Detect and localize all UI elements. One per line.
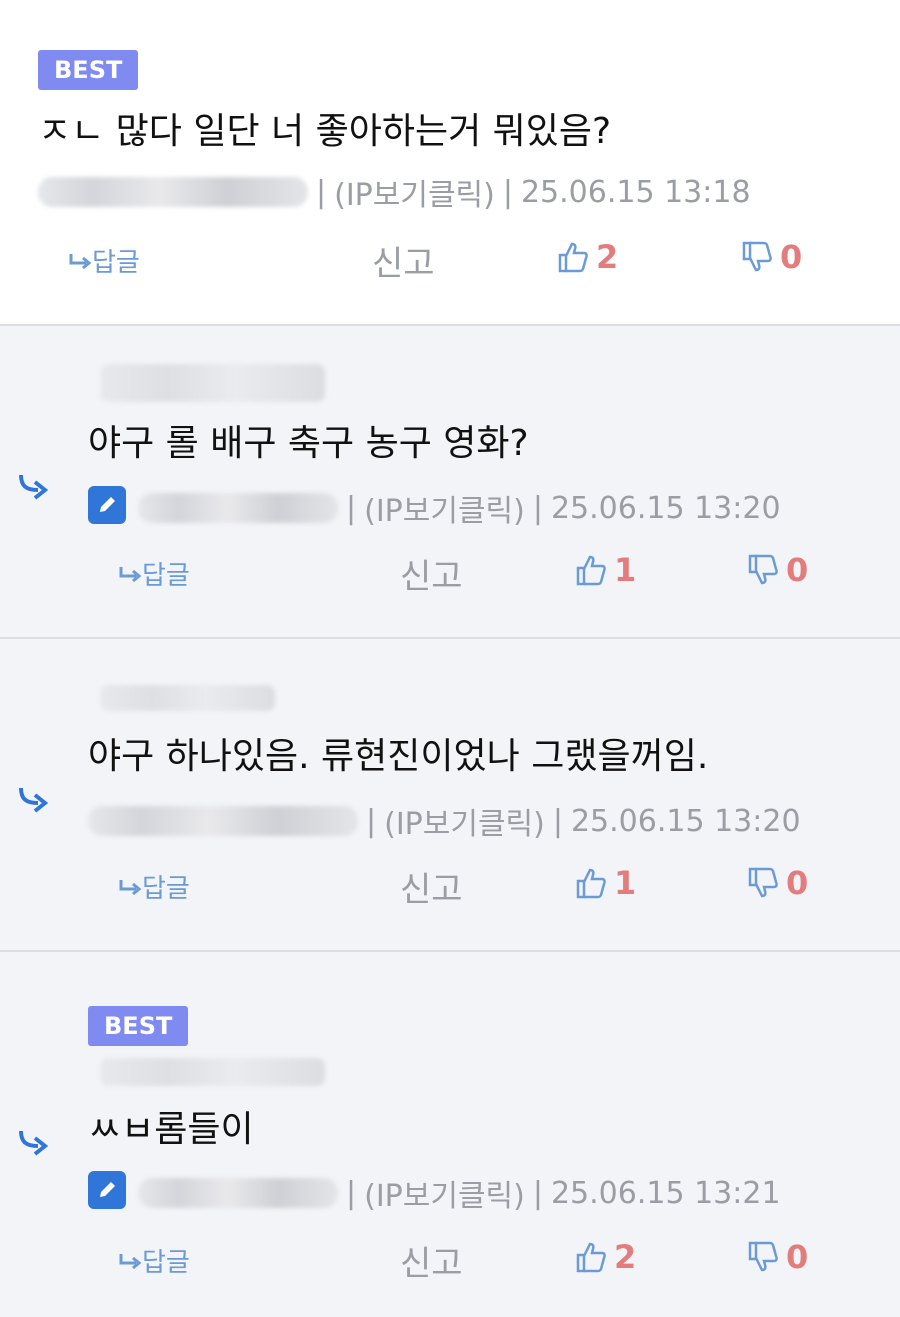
reply-arrow-icon bbox=[19, 1130, 49, 1156]
comment-text: ㅆㅂ롬들이 bbox=[88, 1109, 254, 1150]
pencil-icon bbox=[88, 1171, 126, 1209]
reply-button[interactable]: 답글 bbox=[68, 242, 140, 279]
like-count: 2 bbox=[614, 1238, 637, 1276]
comment-date: 25.06.15 13:18 bbox=[520, 174, 751, 210]
comment-date: 25.06.15 13:20 bbox=[550, 490, 781, 526]
report-button[interactable]: 신고 bbox=[400, 1236, 463, 1285]
reply-label: 답글 bbox=[142, 874, 190, 904]
thumbs-up-icon bbox=[576, 868, 606, 899]
best-badge: BEST bbox=[38, 50, 139, 90]
reply-arrow-icon bbox=[119, 879, 142, 895]
separator: | bbox=[346, 490, 357, 526]
ip-link[interactable]: (IP보기클릭) bbox=[384, 799, 545, 843]
report-button[interactable]: 신고 bbox=[400, 862, 463, 911]
author-name-blurred[interactable] bbox=[88, 806, 358, 836]
thumbs-up-icon bbox=[558, 242, 588, 273]
comment-meta: | (IP보기클릭) | 25.06.15 13:20 bbox=[88, 799, 801, 843]
separator: | bbox=[346, 1175, 357, 1211]
comment-meta: | (IP보기클릭) | 25.06.15 13:21 bbox=[138, 1171, 781, 1215]
reply-arrow-icon bbox=[119, 566, 142, 582]
separator: | bbox=[366, 803, 377, 839]
comment-item: BEST ㅈㄴ 많다 일단 너 좋아하는거 뭐있음? | (IP보기클릭) | … bbox=[0, 0, 900, 326]
separator: | bbox=[316, 174, 327, 210]
thumbs-down-icon bbox=[748, 554, 778, 585]
author-name-blurred bbox=[100, 364, 325, 402]
best-badge: BEST bbox=[88, 1006, 189, 1046]
comment-item: 야구 롤 배구 축구 농구 영화? | (IP보기클릭) | 25.06.15 … bbox=[0, 326, 900, 639]
separator: | bbox=[532, 490, 543, 526]
comment-actions: 답글 신고 2 0 bbox=[0, 1236, 900, 1286]
like-count: 1 bbox=[614, 864, 637, 902]
dislike-button[interactable]: 0 bbox=[746, 551, 808, 589]
comment-actions: 답글 신고 2 0 bbox=[0, 236, 900, 286]
like-button[interactable]: 1 bbox=[574, 551, 636, 589]
dislike-count: 0 bbox=[786, 864, 809, 902]
dislike-count: 0 bbox=[786, 1238, 809, 1276]
ip-link[interactable]: (IP보기클릭) bbox=[364, 486, 525, 530]
like-button[interactable]: 2 bbox=[556, 238, 618, 276]
reply-label: 답글 bbox=[142, 561, 190, 591]
reply-button[interactable]: 답글 bbox=[118, 868, 190, 905]
reply-arrow-icon bbox=[119, 1253, 142, 1269]
separator: | bbox=[502, 174, 513, 210]
comment-meta: | (IP보기클릭) | 25.06.15 13:20 bbox=[138, 486, 781, 530]
like-count: 1 bbox=[614, 551, 637, 589]
reply-arrow-icon bbox=[19, 787, 49, 813]
ip-link[interactable]: (IP보기클릭) bbox=[334, 170, 495, 214]
reply-label: 답글 bbox=[142, 1248, 190, 1278]
dislike-button[interactable]: 0 bbox=[746, 1238, 808, 1276]
ip-link[interactable]: (IP보기클릭) bbox=[364, 1171, 525, 1215]
comment-item: 야구 하나있음. 류현진이었나 그랬을꺼임. | (IP보기클릭) | 25.0… bbox=[0, 639, 900, 952]
reply-arrow-icon bbox=[69, 253, 92, 269]
separator: | bbox=[532, 1175, 543, 1211]
dislike-button[interactable]: 0 bbox=[740, 238, 802, 276]
reply-button[interactable]: 답글 bbox=[118, 555, 190, 592]
author-name-blurred bbox=[100, 685, 275, 711]
comment-item: BEST ㅆㅂ롬들이 | (IP보기클릭) | 25.06.15 13:21 답… bbox=[0, 952, 900, 1317]
thumbs-up-icon bbox=[576, 555, 606, 586]
dislike-count: 0 bbox=[786, 551, 809, 589]
author-name-blurred[interactable] bbox=[38, 177, 308, 207]
report-button[interactable]: 신고 bbox=[372, 236, 435, 285]
comment-text: 야구 하나있음. 류현진이었나 그랬을꺼임. bbox=[88, 736, 709, 777]
like-button[interactable]: 1 bbox=[574, 864, 636, 902]
dislike-button[interactable]: 0 bbox=[746, 864, 808, 902]
like-button[interactable]: 2 bbox=[574, 1238, 636, 1276]
reply-arrow-icon bbox=[19, 474, 49, 500]
thumbs-up-icon bbox=[576, 1242, 606, 1273]
comment-text: 야구 롤 배구 축구 농구 영화? bbox=[88, 423, 529, 464]
comment-actions: 답글 신고 1 0 bbox=[0, 549, 900, 599]
author-name-blurred[interactable] bbox=[138, 1178, 338, 1208]
dislike-count: 0 bbox=[780, 238, 803, 276]
thumbs-down-icon bbox=[748, 1241, 778, 1272]
reply-label: 답글 bbox=[92, 248, 140, 278]
comment-date: 25.06.15 13:21 bbox=[550, 1175, 781, 1211]
separator: | bbox=[552, 803, 563, 839]
comment-actions: 답글 신고 1 0 bbox=[0, 862, 900, 912]
report-button[interactable]: 신고 bbox=[400, 549, 463, 598]
like-count: 2 bbox=[596, 238, 619, 276]
comment-text: ㅈㄴ 많다 일단 너 좋아하는거 뭐있음? bbox=[38, 111, 612, 152]
pencil-icon bbox=[88, 486, 126, 524]
comment-date: 25.06.15 13:20 bbox=[570, 803, 801, 839]
author-name-blurred bbox=[100, 1058, 325, 1086]
comment-meta: | (IP보기클릭) | 25.06.15 13:18 bbox=[38, 170, 751, 214]
thumbs-down-icon bbox=[742, 241, 772, 272]
thumbs-down-icon bbox=[748, 867, 778, 898]
reply-button[interactable]: 답글 bbox=[118, 1242, 190, 1279]
author-name-blurred[interactable] bbox=[138, 493, 338, 523]
